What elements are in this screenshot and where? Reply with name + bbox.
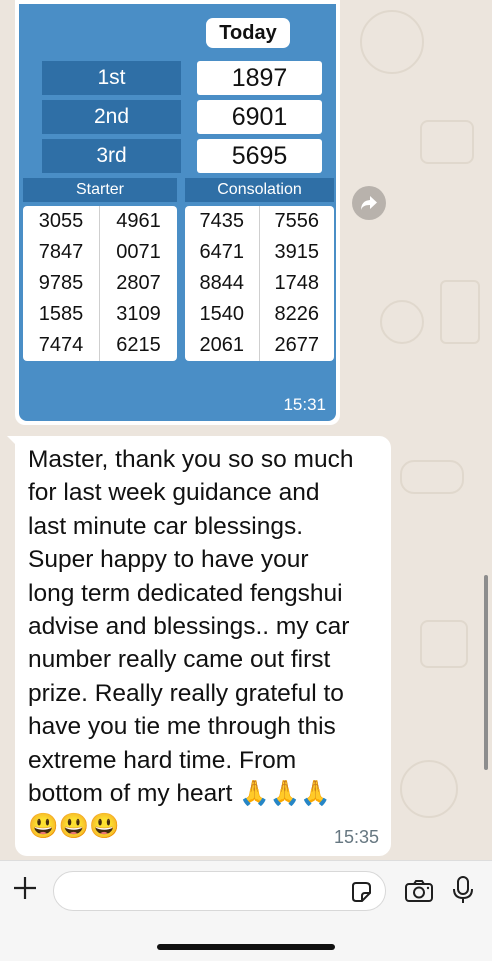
plus-icon[interactable] [10,875,40,905]
result-number: 0071 [116,241,161,263]
text-message-bubble[interactable]: Master, thank you so so much for last we… [15,436,391,856]
result-number: 8844 [185,268,260,299]
result-number: 3915 [274,241,320,263]
result-number: 7474 [23,330,100,361]
result-number: 1748 [274,272,320,294]
result-number: 6215 [116,334,161,356]
result-number: 7435 [185,206,260,237]
starter-numbers-table: 3055 4961 7847 0071 9785 2807 1585 3109 7474 6215 [23,206,177,361]
result-number: 2807 [116,272,161,294]
result-number: 1585 [23,299,100,330]
result-number: 2061 [185,330,260,361]
home-indicator[interactable] [157,944,335,950]
sticker-icon[interactable] [350,881,372,908]
prize-value-2nd: 6901 [197,100,322,134]
message-timestamp: 15:35 [333,827,379,847]
prize-label-1st: 1st [42,61,181,95]
lottery-result-image: Today 1st 1897 2nd 6901 3rd 5695 Starter… [19,4,336,421]
result-number: 3055 [23,206,100,237]
result-number: 2677 [274,334,320,356]
consolation-numbers-table: 7435 7556 6471 3915 8844 1748 1540 8226 2061 2677 [185,206,334,361]
prize-value-1st: 1897 [197,61,322,95]
lottery-result-image-message[interactable]: Today 1st 1897 2nd 6901 3rd 5695 Starter… [15,0,340,425]
result-number: 3109 [116,303,161,325]
message-input-field[interactable] [53,871,386,911]
prize-value-3rd: 5695 [197,139,322,173]
starter-header: Starter [23,178,177,202]
microphone-icon[interactable] [452,875,474,910]
consolation-header: Consolation [185,178,334,202]
result-number: 4961 [116,210,161,232]
message-text: Master, thank you so so much for last we… [28,446,354,841]
result-number: 1540 [185,299,260,330]
image-timestamp: 15:31 [283,395,326,414]
result-number: 9785 [23,268,100,299]
scroll-indicator[interactable] [484,575,488,770]
result-number: 7847 [23,237,100,268]
forward-icon[interactable] [352,186,386,220]
camera-icon[interactable] [404,879,434,908]
result-number: 8226 [274,303,320,325]
result-number: 6471 [185,237,260,268]
prize-label-2nd: 2nd [42,100,181,134]
today-badge: Today [206,18,290,48]
result-number: 7556 [274,210,320,232]
prize-label-3rd: 3rd [42,139,181,173]
